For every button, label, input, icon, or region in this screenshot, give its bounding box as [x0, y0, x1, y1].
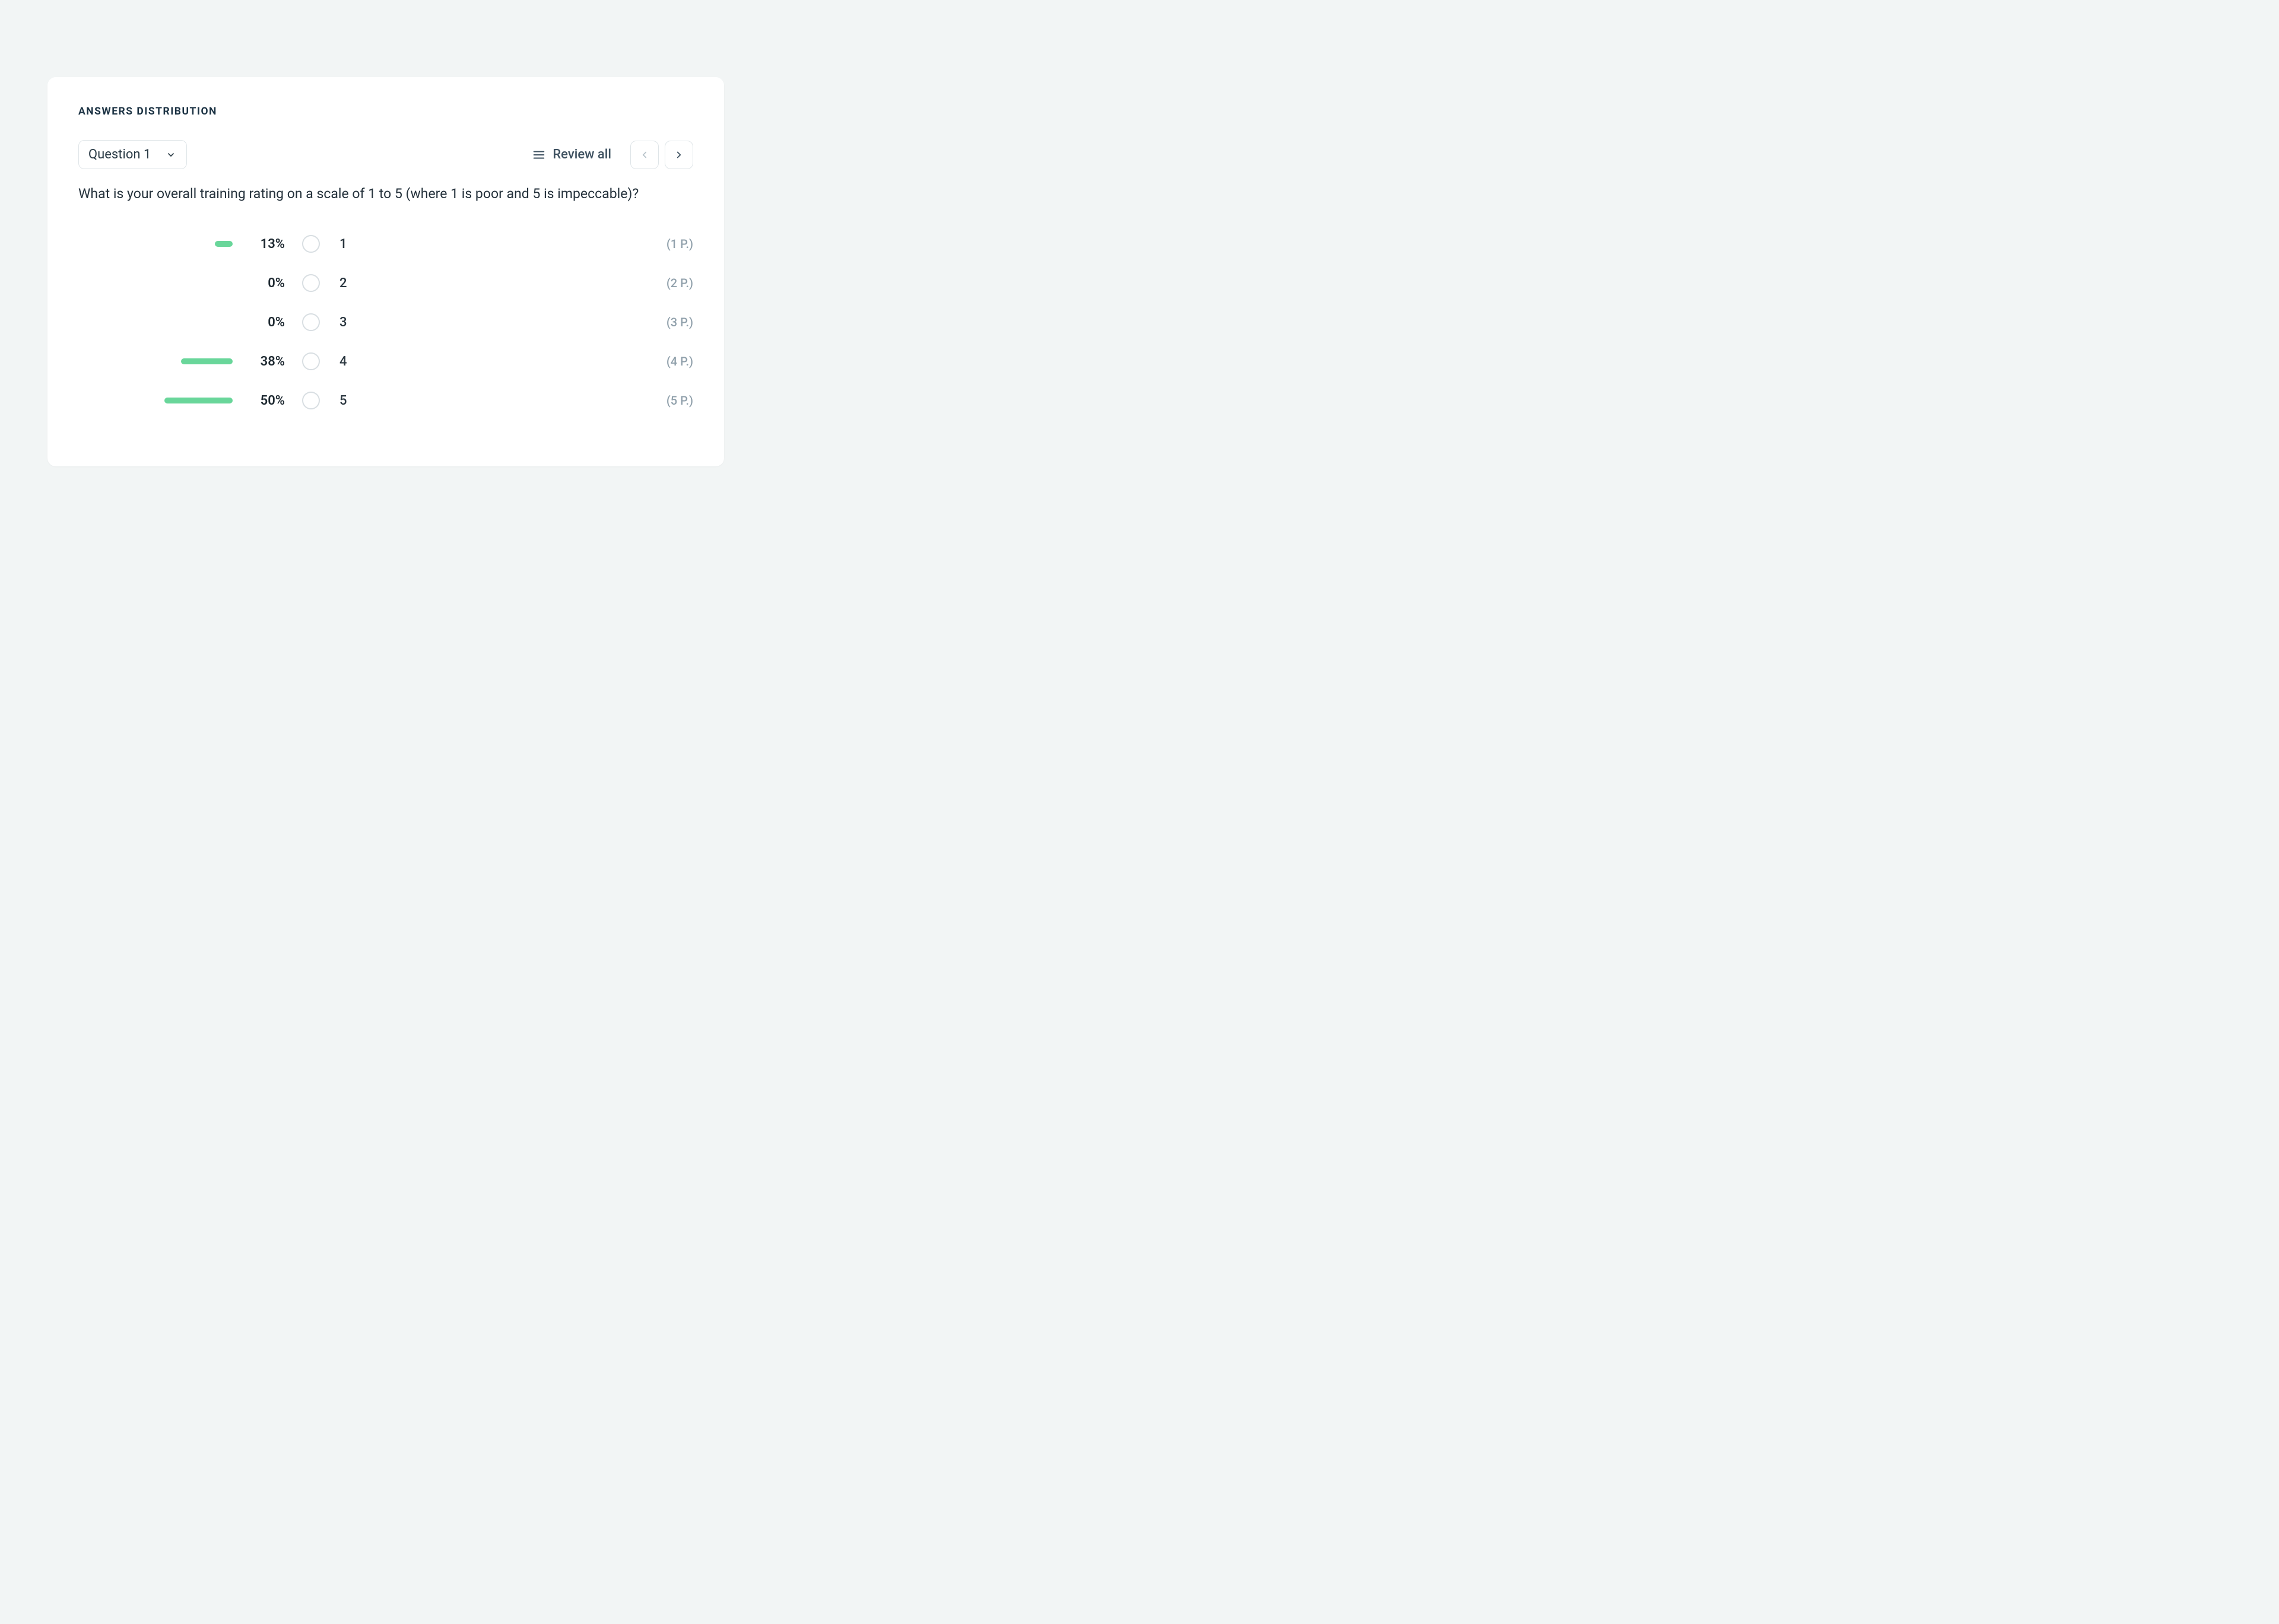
distribution-rows: 13%1(1 P.)0%2(2 P.)0%3(3 P.)38%4(4 P.)50…: [78, 224, 693, 420]
distribution-row: 38% 4 (4 P.): [78, 342, 693, 381]
points-label: (1 P.): [640, 237, 693, 251]
review-all-label: Review all: [553, 147, 611, 162]
bar-cell: [78, 342, 233, 381]
points-label: (4 P.): [640, 354, 693, 368]
answers-distribution-card: ANSWERS DISTRIBUTION Question 1 Review a…: [47, 77, 724, 466]
points-label: (3 P.): [640, 315, 693, 329]
card-title: ANSWERS DISTRIBUTION: [78, 106, 693, 117]
bar-fill: [215, 241, 233, 247]
chevron-down-icon: [166, 150, 176, 160]
percentage-value: 0%: [243, 276, 285, 291]
question-dropdown-label: Question 1: [88, 147, 151, 162]
prev-question-button[interactable]: [630, 141, 659, 169]
option-label: 1: [337, 237, 629, 252]
controls-right: Review all: [528, 141, 693, 169]
bar-cell: [78, 303, 233, 342]
percentage-value: 13%: [243, 237, 285, 252]
points-label: (5 P.): [640, 393, 693, 408]
chevron-right-icon: [674, 150, 684, 160]
radio-indicator: [302, 392, 320, 409]
option-label: 4: [337, 354, 629, 369]
percentage-value: 38%: [243, 354, 285, 369]
controls-left: Question 1: [78, 140, 187, 169]
option-label: 5: [337, 393, 629, 408]
controls-row: Question 1 Review all: [78, 140, 693, 169]
bar-cell: [78, 263, 233, 303]
points-label: (2 P.): [640, 276, 693, 290]
distribution-row: 0% 2 (2 P.): [78, 263, 693, 303]
distribution-row: 50% 5 (5 P.): [78, 381, 693, 420]
next-question-button[interactable]: [665, 141, 693, 169]
percentage-value: 0%: [243, 315, 285, 330]
radio-indicator: [302, 352, 320, 370]
chevron-left-icon: [639, 150, 650, 160]
distribution-row: 0% 3 (3 P.): [78, 303, 693, 342]
question-text: What is your overall training rating on …: [78, 185, 693, 203]
list-icon: [532, 148, 545, 161]
bar-cell: [78, 224, 233, 263]
option-label: 3: [337, 315, 629, 330]
review-all-button[interactable]: Review all: [528, 144, 616, 166]
question-dropdown[interactable]: Question 1: [78, 140, 187, 169]
bar-fill: [164, 398, 233, 403]
bar-fill: [181, 358, 233, 364]
radio-indicator: [302, 274, 320, 292]
distribution-row: 13% 1 (1 P.): [78, 224, 693, 263]
radio-indicator: [302, 235, 320, 253]
radio-indicator: [302, 313, 320, 331]
bar-cell: [78, 381, 233, 420]
option-label: 2: [337, 276, 629, 291]
percentage-value: 50%: [243, 393, 285, 408]
